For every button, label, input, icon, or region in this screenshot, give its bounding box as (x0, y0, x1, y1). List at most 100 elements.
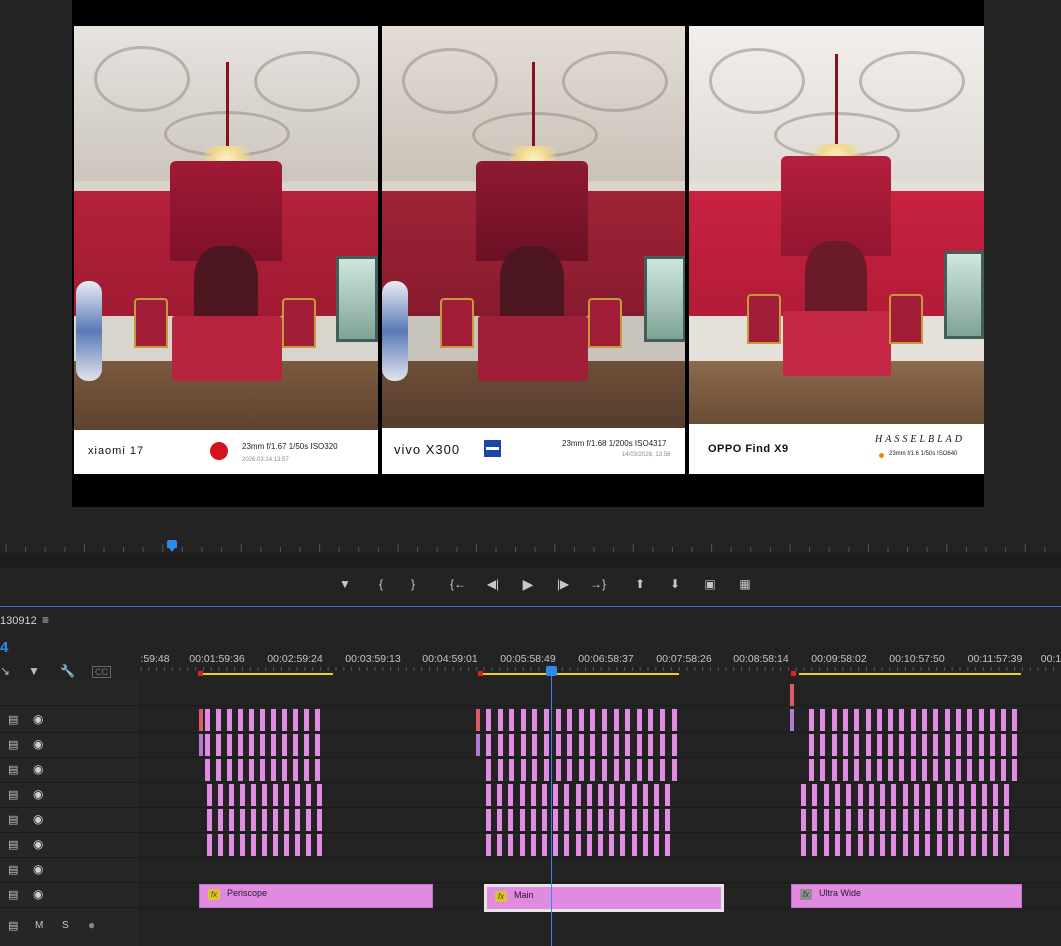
track-lane[interactable] (139, 858, 1061, 883)
clip[interactable] (575, 834, 581, 856)
clip[interactable] (642, 809, 648, 831)
clip[interactable] (865, 759, 871, 781)
go-to-in-icon[interactable]: {← (448, 574, 468, 594)
clip[interactable] (648, 734, 654, 756)
step-forward-icon[interactable]: |▶ (553, 574, 573, 594)
clip[interactable] (497, 734, 503, 756)
clip[interactable] (671, 734, 677, 756)
clip[interactable] (910, 759, 916, 781)
clip[interactable] (293, 759, 298, 781)
add-marker-icon[interactable]: ▼ (28, 664, 40, 678)
clip[interactable] (620, 784, 626, 806)
clip[interactable] (888, 734, 894, 756)
clip[interactable] (602, 734, 607, 756)
zoom-scroll-bar[interactable] (0, 553, 1061, 568)
clip[interactable] (602, 759, 607, 781)
clip[interactable] (542, 809, 547, 831)
adjustment-clip[interactable] (790, 684, 794, 706)
clip[interactable] (486, 709, 491, 731)
clip[interactable] (888, 759, 894, 781)
clip[interactable] (530, 784, 536, 806)
clip[interactable] (823, 784, 829, 806)
clip[interactable] (801, 834, 806, 856)
eye-icon[interactable]: ◉ (33, 837, 43, 851)
clip[interactable] (216, 734, 221, 756)
clip[interactable] (820, 759, 826, 781)
clip[interactable] (857, 809, 863, 831)
clip[interactable] (564, 784, 570, 806)
clip[interactable] (532, 759, 538, 781)
clip[interactable] (271, 734, 276, 756)
clip[interactable] (530, 834, 536, 856)
mute-button[interactable]: M (35, 920, 43, 931)
nested-clip[interactable]: fx Ultra Wide (791, 884, 1022, 908)
clip[interactable] (978, 709, 984, 731)
clip[interactable] (273, 834, 278, 856)
menu-icon[interactable]: ≡ (42, 613, 49, 627)
clip[interactable] (315, 734, 320, 756)
clip[interactable] (207, 784, 212, 806)
clip[interactable] (854, 759, 860, 781)
clip[interactable] (227, 759, 232, 781)
clip[interactable] (857, 834, 863, 856)
clip[interactable] (831, 759, 837, 781)
clip[interactable] (598, 809, 603, 831)
clip[interactable] (590, 734, 596, 756)
clip[interactable] (967, 759, 973, 781)
toggle-track-output-icon[interactable]: ▤ (8, 813, 18, 826)
clip[interactable] (876, 734, 882, 756)
clip[interactable] (955, 734, 961, 756)
clip[interactable] (586, 784, 592, 806)
clip[interactable] (553, 809, 559, 831)
clip[interactable] (823, 809, 829, 831)
clip[interactable] (902, 809, 908, 831)
clip[interactable] (306, 834, 311, 856)
clip[interactable] (809, 734, 814, 756)
clip[interactable] (553, 784, 559, 806)
clip[interactable] (671, 759, 677, 781)
clip[interactable] (831, 734, 837, 756)
clip[interactable] (801, 809, 806, 831)
clip[interactable] (240, 784, 245, 806)
clip[interactable] (567, 709, 573, 731)
clip[interactable] (586, 834, 592, 856)
clip[interactable] (891, 809, 897, 831)
clip[interactable] (486, 734, 491, 756)
clip[interactable] (846, 834, 852, 856)
clip[interactable] (609, 809, 615, 831)
clip[interactable] (497, 759, 503, 781)
clip[interactable] (282, 734, 287, 756)
clip[interactable] (304, 709, 309, 731)
clip[interactable] (625, 709, 631, 731)
clip[interactable] (899, 734, 905, 756)
clip[interactable] (218, 784, 223, 806)
clip[interactable] (1012, 734, 1018, 756)
clip[interactable] (944, 709, 950, 731)
clip[interactable] (636, 734, 642, 756)
clip[interactable] (1001, 759, 1007, 781)
timecode-display[interactable]: 4 (0, 639, 8, 656)
clip[interactable] (578, 709, 584, 731)
clip[interactable] (519, 809, 525, 831)
clip[interactable] (227, 734, 232, 756)
clip[interactable] (914, 834, 919, 856)
clip[interactable] (553, 834, 559, 856)
toggle-track-output-icon[interactable]: ▤ (8, 838, 18, 851)
clip[interactable] (868, 809, 874, 831)
clip[interactable] (509, 734, 515, 756)
adjustment-clip[interactable] (476, 734, 480, 756)
clip[interactable] (625, 759, 631, 781)
clip[interactable] (249, 734, 254, 756)
clip[interactable] (249, 759, 254, 781)
adjustment-clip[interactable] (476, 709, 480, 731)
clip[interactable] (936, 834, 942, 856)
clip[interactable] (216, 759, 221, 781)
clip[interactable] (205, 734, 210, 756)
clip[interactable] (251, 784, 256, 806)
play-icon[interactable]: ▶ (518, 574, 538, 594)
clip[interactable] (620, 809, 626, 831)
clip[interactable] (947, 784, 953, 806)
clip[interactable] (660, 759, 665, 781)
clip[interactable] (544, 759, 549, 781)
clip[interactable] (812, 784, 818, 806)
